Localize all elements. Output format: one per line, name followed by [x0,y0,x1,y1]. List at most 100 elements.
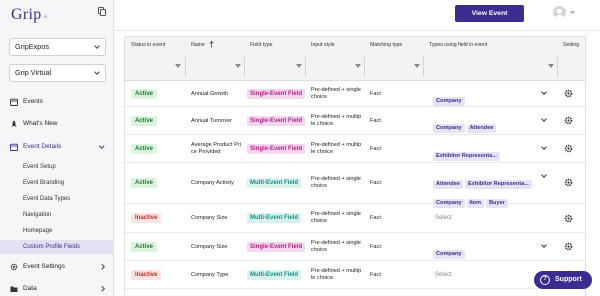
gear-icon[interactable] [564,178,573,187]
field-type-badge: Single-Event Field [247,89,306,99]
field-name: Company Type [191,272,229,278]
types-chip-list[interactable]: Company Attendee [433,116,545,135]
input-style: Pre-defined + single choice [311,211,361,224]
gear-icon[interactable] [564,214,573,223]
table-row[interactable]: Inactive Company Size Multi-Event Field … [125,204,585,233]
filter-icon[interactable] [414,64,420,68]
field-name: Annual Growth [191,91,229,97]
gear-icon[interactable] [564,242,573,251]
column-divider [557,57,558,77]
field-type-badge: Multi-Event Field [247,270,301,280]
field-type-badge: Multi-Event Field [247,178,301,188]
field-type-badge: Single-Event Field [247,242,306,252]
support-button[interactable]: ? Support [534,271,592,289]
column-divider [244,57,245,77]
types-select[interactable]: Select [435,272,452,278]
calendar-icon [10,143,18,151]
matching-type: Fact [370,272,381,278]
gear-icon[interactable] [564,116,573,125]
sidebar-subitem-event-data-types[interactable]: Event Data Types [0,192,113,206]
sidebar-subitem-navigation[interactable]: Navigation [0,208,113,222]
filter-icon[interactable] [355,64,361,68]
input-style: Pre-defined + single choice [311,176,361,189]
column-header-status[interactable]: Status in event [131,42,165,48]
sidebar-item-whats-new[interactable]: What's New [0,116,113,132]
input-style: Pre-defined + multip le choice [311,268,362,281]
view-event-button[interactable]: View Event [455,5,524,22]
collapse-sidebar-icon[interactable] [98,7,107,17]
column-divider [185,57,186,77]
custom-profile-fields-table: Status in event Name Field type Input st… [124,36,586,296]
matching-type: Fact [370,244,381,250]
filter-icon[interactable] [296,64,302,68]
sidebar-subitem-event-branding[interactable]: Event Branding [0,176,113,190]
sidebar-subitem-event-setup[interactable]: Event Setup [0,160,113,174]
types-chip-list[interactable]: Exhibitor Representa... [433,144,545,163]
sort-arrow-up-icon[interactable] [209,41,214,48]
table-row[interactable]: Inactive Company Type Multi-Event Field … [125,261,585,289]
input-style: Pre-defined + multip le choice [311,114,362,127]
status-badge: Active [131,178,158,188]
table-row[interactable]: Active Average Product Pri ce Provided Si… [125,135,585,163]
table-row[interactable]: Active Annual Turnover Single-Event Fiel… [125,107,585,135]
field-name: Company Activity [191,180,234,186]
sidebar-item-event-details[interactable]: Event Details [0,139,113,155]
table-row[interactable]: Active Company Activity Multi-Event Fiel… [125,163,585,208]
column-header-field-type[interactable]: Field type [250,42,273,48]
types-chip-list[interactable]: Company [433,89,545,108]
sidebar-subitem-custom-profile-fields[interactable]: Custom Profile Fields [0,240,113,254]
column-header-input-style[interactable]: Input style [311,42,335,48]
chevron-down-icon [94,69,100,75]
event-group-select[interactable]: GripExpos [9,38,106,56]
rocket-icon [11,120,17,127]
column-header-setting: Setting [563,42,580,48]
types-select[interactable]: Select [435,215,452,221]
field-name: Company Size [191,215,228,221]
chevron-right-icon [98,286,104,292]
types-chip-list[interactable]: Company [433,242,545,261]
type-chip: Exhibitor Representa... [433,152,500,161]
matching-type: Fact [370,180,381,186]
chevron-down-icon[interactable] [570,9,575,14]
field-name: Average Product Pri ce Provided [191,142,241,155]
support-label: Support [555,276,582,283]
chevron-right-icon [98,264,104,270]
field-name: Annual Turnover [191,118,233,124]
column-header-matching-type[interactable]: Matching type [370,42,402,48]
status-badge: Active [131,242,158,252]
sidebar: Grip ai GripExpos Grip Virtual Events Wha… [0,0,114,296]
field-type-badge: Single-Event Field [247,144,306,154]
gear-icon[interactable] [564,144,573,153]
field-type-badge: Multi-Event Field [247,213,301,223]
sidebar-subitem-homepage[interactable]: Homepage [0,224,113,238]
column-header-types[interactable]: Types using field in event [429,42,487,48]
matching-type: Fact [370,146,381,152]
app-root: Grip ai GripExpos Grip Virtual Events Wha… [0,0,600,296]
filter-icon[interactable] [548,64,554,68]
type-chip: Company [433,97,465,106]
field-name: Company Size [191,244,228,250]
gear-icon [10,263,18,271]
sidebar-item-event-settings[interactable]: Event Settings [0,259,113,275]
status-badge: Active [131,144,158,154]
event-select[interactable]: Grip Virtual [9,64,106,82]
filter-icon[interactable] [235,64,241,68]
type-chip: Attendee [433,180,463,189]
gear-icon[interactable] [564,89,573,98]
column-header-name[interactable]: Name [191,42,205,48]
field-type-badge: Single-Event Field [247,116,306,126]
table-row[interactable]: Active Annual Growth Single-Event Field … [125,81,585,108]
column-divider [364,57,365,77]
topbar: View Event [114,0,600,31]
table-row[interactable]: Active Company Size Single-Event Field P… [125,233,585,261]
input-style: Pre-defined + single choice [311,240,361,253]
sidebar-item-data[interactable]: Data [0,281,113,296]
sidebar-item-events[interactable]: Events [0,94,113,110]
type-chip: Company [433,250,465,259]
avatar[interactable] [553,6,566,19]
chevron-down-icon [94,43,100,49]
grip-logo: Grip ai [11,6,48,23]
chevron-down-icon [98,143,104,149]
calendar-icon [10,98,18,106]
filter-icon[interactable] [175,64,181,68]
